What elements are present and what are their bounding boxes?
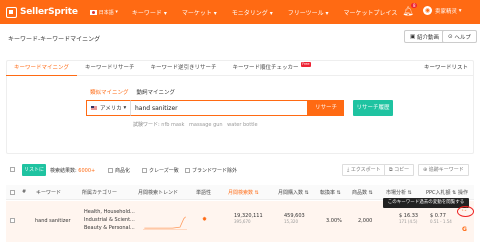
history-tooltip: このキーワード過去の変動を閲覧する [383,198,469,208]
col-keyword[interactable]: キーワード [36,189,61,196]
add-to-list-button[interactable]: リストに追加 [22,164,46,185]
col-actions: 操作 [458,190,469,196]
category-item[interactable]: Health, Household... [84,208,135,216]
col-monthly-purchases[interactable]: 月間購入数 ⇅ [278,189,309,196]
google-icon[interactable]: G [462,226,467,233]
mining-mode-tabs: 類似マイニング 動詞マイニング [90,88,183,96]
col-index: # [22,189,27,195]
filter-productized[interactable]: 商品化 [108,167,130,174]
filter-exclude-brand[interactable]: ブランドワード除外 [185,167,237,174]
col-ppc-bid[interactable]: PPC入札額 ⇅ [426,189,456,196]
nav-item-free-tools[interactable]: フリーツール ▾ [288,8,329,17]
row-checkbox[interactable] [10,218,15,223]
subtab-verb[interactable]: 動詞マイニング [137,88,176,96]
notification-badge: 8 [411,3,417,8]
tab-keyword-research[interactable]: キーワードリサーチ [77,60,143,76]
keyword-list-link[interactable]: キーワードリスト [424,60,468,76]
tab-bar: キーワードマイニング キーワードリサーチ キーワード逆引きリサーチ キーワード順… [6,60,474,76]
research-history-button[interactable]: リサーチ履歴 [353,100,393,116]
nav-item-keyword[interactable]: キーワード ▾ [132,8,167,17]
breadcrumb: キーワード-キーワードマイニング [8,36,101,43]
checkbox[interactable] [185,168,190,173]
result-count: 検索結果数: 6000+ [50,168,96,174]
japan-flag-icon [89,9,97,15]
col-conversion[interactable]: 転換率 ⇅ [320,189,341,196]
guide-video-button[interactable]: ▣ 紹介動画 [404,30,445,43]
language-selector[interactable]: 日本語 ▾ [89,9,118,16]
category-item[interactable]: Beauty & Personal... [84,224,135,232]
track-keyword-button[interactable]: ⊕ 追跡キーワード [418,164,469,176]
user-menu[interactable]: ◉ 卖家精灵 ▾ [423,6,462,15]
tab-reverse-lookup[interactable]: キーワード逆引きリサーチ [143,60,225,76]
row-products: 2,000 [358,218,373,224]
col-products[interactable]: 商品数 ⇅ [352,189,373,196]
chevron-down-icon: ▾ [113,9,118,15]
checkbox[interactable] [108,168,113,173]
row-ppc-bid: $ 0.77 0.51 - 1.54 [430,213,452,224]
export-button[interactable]: ⤓ エクスポート [342,164,386,176]
language-label: 日本語 [98,9,114,16]
suggest-link[interactable]: nfb mask [161,122,184,128]
row-keyword[interactable]: hand sanitizer [35,218,71,224]
subtab-similar[interactable]: 類似マイニング [90,88,129,96]
col-search-trend[interactable]: 月間検索トレンド [138,189,178,196]
tab-keyword-mining[interactable]: キーワードマイニング [6,60,78,76]
col-monthly-searches[interactable]: 月間検索数 ⇅ [228,189,259,196]
row-conversion: 3.00% [326,218,342,224]
keyword-search-input[interactable] [130,100,308,116]
brand-logo[interactable]: SellerSprite [6,6,78,18]
results-toolbar: リストに追加 検索結果数: 6000+ 商品化 クレーズ一致 ブランドワード除外… [0,164,480,185]
row-monthly-purchases: 459,603 15,320 [284,213,305,224]
tab-rank-checker[interactable]: キーワード順位チェッカー Free [225,60,311,76]
chevron-down-icon: ▾ [121,105,127,111]
word-type-star-icon: ✸ [202,216,208,223]
us-flag-icon [91,106,97,110]
nav-item-monitoring[interactable]: モニタリング ▾ [232,8,273,17]
row-categories: Health, Household... Industrial & Scient… [84,208,135,232]
video-icon: ▣ [410,33,417,40]
free-badge: Free [301,62,311,67]
row-market-price: $ 16.33 171 (4.5) [399,213,419,224]
suggest-link[interactable]: massage gun [189,122,223,128]
help-button[interactable]: ⊙ ヘルプ [442,30,477,43]
select-all-checkbox[interactable] [10,167,15,172]
logo-icon [6,6,17,18]
suggest-label: 試験ワード: [133,122,160,128]
chevron-down-icon: ▾ [457,7,462,14]
copy-button[interactable]: ⧉ コピー [384,164,415,176]
filter-phrase-match[interactable]: クレーズ一致 [142,167,179,174]
avatar: ◉ [423,6,432,15]
col-market-analysis[interactable]: 市場分析 ⇅ [386,189,412,196]
checkbox[interactable] [142,168,147,173]
highlight-circle [457,206,474,217]
row-monthly-searches: 19,320,111 395,670 [234,213,263,224]
research-button[interactable]: リサーチ [308,100,344,116]
suggest-link[interactable]: water bottle [227,122,257,128]
col-word-type[interactable]: 単語性 [196,189,211,196]
suggested-keywords: 試験ワード: nfb mask massage gun water bottle [133,121,261,128]
search-trend-sparkline[interactable] [143,214,187,230]
col-category[interactable]: 所属カテゴリー [82,189,117,196]
market-label: アメリカ [100,106,122,112]
category-item[interactable]: Industrial & Scient... [84,216,135,224]
brand-name: SellerSprite [20,7,78,17]
top-nav-bar: SellerSprite 日本語 ▾ キーワード ▾ マーケット ▾ モニタリン… [0,0,480,24]
nav-item-market[interactable]: マーケット ▾ [182,8,217,17]
nav-item-marketplace[interactable]: マーケットプレイス [344,8,398,17]
main-nav: キーワード ▾ マーケット ▾ モニタリング ▾ フリーツール ▾ マーケットプ… [132,8,412,17]
user-name: 卖家精灵 [435,8,458,15]
notification-bell-icon[interactable]: 🔔︎ 8 [402,3,417,18]
market-select[interactable]: アメリカ ▾ [86,100,130,116]
header-checkbox[interactable] [10,190,15,195]
search-bar: アメリカ ▾ リサーチ [86,100,344,116]
